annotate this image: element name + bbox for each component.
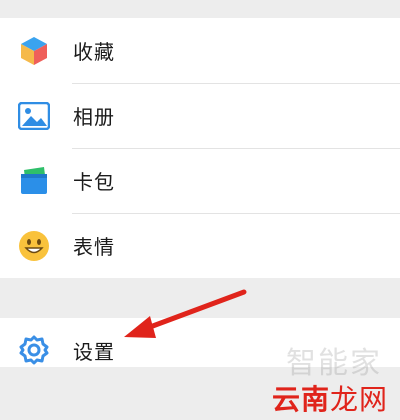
menu-item-stickers[interactable]: 表情 [0,213,400,278]
favorites-cube-icon [17,34,51,68]
watermark-faint: 智能家 [286,346,382,381]
section-gap [0,278,400,318]
menu-item-favorites[interactable]: 收藏 [0,18,400,83]
gear-icon [17,333,51,367]
top-spacer [0,0,400,18]
watermark-brand: 云南龙网 [272,378,388,418]
menu-item-label: 卡包 [73,170,115,194]
menu-item-label: 相册 [73,105,115,129]
menu-item-label: 表情 [73,235,115,259]
menu-item-label: 收藏 [73,40,115,64]
card-wallet-icon [17,164,51,198]
watermark-brand-part1: 云南 [271,383,330,416]
photo-album-icon [17,99,51,133]
menu-item-card-wallet[interactable]: 卡包 [0,148,400,213]
smiley-icon [17,229,51,263]
watermark-brand-part2: 龙网 [329,383,388,416]
menu-item-label: 设置 [73,339,115,364]
menu-group: 收藏 相册 卡包 表情 [0,18,400,278]
menu-item-album[interactable]: 相册 [0,83,400,148]
